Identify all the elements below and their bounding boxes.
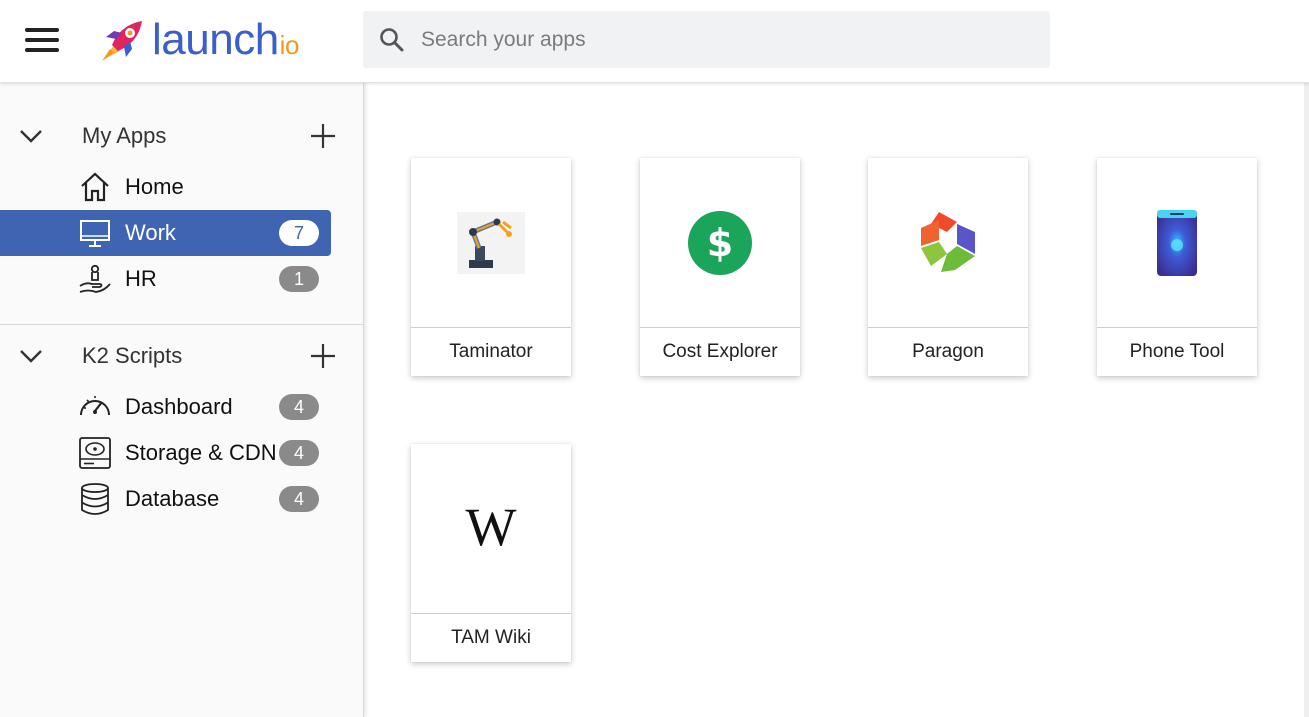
hand-icon [79,264,111,293]
app-tile-cost-explorer[interactable]: $ Cost Explorer [640,158,800,376]
app-tile-name: TAM Wiki [451,627,531,648]
chevron-down-icon[interactable] [18,123,44,149]
hard-drive-icon [79,437,111,469]
sidebar-item-label: Home [125,174,184,199]
paragon-logo-icon [921,211,975,272]
section-k2-scripts: K2 Scripts [0,331,364,381]
sidebar-item-storage-cdn[interactable]: Storage & CDN 4 [0,430,331,476]
monitor-icon [80,220,110,247]
count-badge: 4 [279,440,319,466]
logo-word: launch [152,15,279,64]
svg-text:$: $ [707,221,733,265]
add-app-icon[interactable] [308,121,338,151]
add-app-icon[interactable] [308,341,338,371]
app-tile-art [411,158,571,327]
launchio-logo[interactable]: launchio [98,14,299,66]
count-badge: 1 [279,266,319,292]
robot-arm-icon [457,211,525,274]
sidebar-item-work[interactable]: Work 7 [0,210,331,256]
app-tile-tam-wiki[interactable]: W TAM Wiki [411,444,571,662]
sidebar-item-label: HR [125,266,157,291]
sidebar: My Apps Home Work 7 HR 1 K2 Scripts Dash… [0,83,364,717]
app-tile-art [868,158,1028,327]
section-title: My Apps [82,123,167,148]
logo-text: launchio [152,18,299,62]
sidebar-item-label: Storage & CDN [125,440,277,465]
phone-icon [1157,209,1197,276]
app-tile-phone-tool[interactable]: Phone Tool [1097,158,1257,376]
count-badge: 4 [279,486,319,512]
sidebar-item-label: Database [125,486,220,511]
menu-icon[interactable] [22,24,62,58]
top-bar: launchio [0,0,1309,83]
sidebar-item-database[interactable]: Database 4 [0,476,331,522]
app-tile-name: Taminator [449,341,533,362]
section-title: K2 Scripts [82,343,183,368]
scrollbar[interactable] [1304,83,1309,717]
wikipedia-icon: W [466,501,517,557]
app-tile-name: Phone Tool [1129,341,1225,362]
dollar-icon: $ [688,210,752,275]
app-tile-art: $ [640,158,800,327]
app-tile-art [1097,158,1257,327]
home-icon [81,172,109,202]
chevron-down-icon[interactable] [18,343,44,369]
logo-suffix: io [279,30,300,60]
app-tile-paragon[interactable]: Paragon [868,158,1028,376]
section-my-apps: My Apps [0,111,364,161]
svg-text:W: W [466,501,517,557]
app-tile-taminator[interactable]: Taminator [411,158,571,376]
count-badge: 4 [279,394,319,420]
speedometer-icon [80,396,110,416]
sidebar-item-hr[interactable]: HR 1 [0,256,331,302]
app-tile-name: Cost Explorer [662,341,778,362]
search-input[interactable] [421,27,1021,52]
rocket-logo-icon [102,21,142,61]
app-tile-art: W [411,444,571,613]
sidebar-item-label: Dashboard [125,394,233,419]
section-divider [0,324,364,325]
count-badge: 7 [279,220,319,246]
search-bar[interactable] [363,11,1050,68]
sidebar-item-label: Work [125,220,176,245]
search-icon [380,27,404,51]
sidebar-item-home[interactable]: Home [0,164,331,210]
database-icon [81,483,109,515]
app-tile-name: Paragon [912,341,984,362]
sidebar-item-dashboard[interactable]: Dashboard 4 [0,384,331,430]
